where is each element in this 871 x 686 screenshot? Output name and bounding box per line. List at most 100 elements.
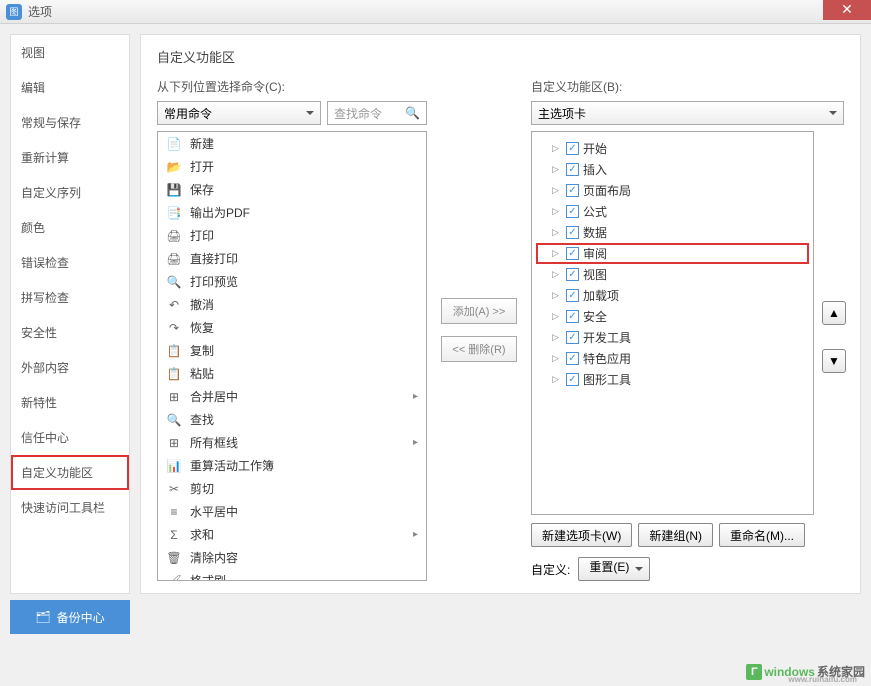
commands-source-dropdown[interactable]: 常用命令 bbox=[157, 101, 321, 125]
expand-icon[interactable]: ▷ bbox=[552, 227, 562, 238]
command-item[interactable]: 📂打开 bbox=[158, 155, 426, 178]
checkbox[interactable]: ✓ bbox=[566, 226, 579, 239]
command-item[interactable]: 📊重算活动工作簿 bbox=[158, 454, 426, 477]
tree-item[interactable]: ▷ ✓ 数据 bbox=[536, 222, 809, 243]
checkbox[interactable]: ✓ bbox=[566, 142, 579, 155]
command-item[interactable]: 💾保存 bbox=[158, 178, 426, 201]
add-button[interactable]: 添加(A) >> bbox=[441, 298, 517, 324]
sidebar-item[interactable]: 外部内容 bbox=[11, 350, 129, 385]
close-button[interactable]: ✕ bbox=[823, 0, 871, 20]
sidebar-item[interactable]: 颜色 bbox=[11, 210, 129, 245]
tree-item[interactable]: ▷✓开发工具 bbox=[536, 327, 809, 348]
backup-center-button[interactable]: 🗂 备份中心 bbox=[10, 600, 130, 634]
command-label: 剪切 bbox=[190, 480, 418, 497]
checkbox[interactable]: ✓ bbox=[566, 247, 579, 260]
expand-icon[interactable]: ▷ bbox=[552, 164, 562, 175]
command-item[interactable]: 🔍打印预览 bbox=[158, 270, 426, 293]
reset-dropdown[interactable]: 重置(E) bbox=[578, 557, 650, 581]
command-label: 直接打印 bbox=[190, 250, 418, 267]
tree-item[interactable]: ▷✓审阅 bbox=[536, 243, 809, 264]
command-icon: 💾 bbox=[166, 183, 182, 197]
command-label: 新建 bbox=[190, 135, 418, 152]
tree-item[interactable]: ▷✓视图 bbox=[536, 264, 809, 285]
expand-icon[interactable]: ▷ bbox=[552, 269, 562, 280]
move-up-button[interactable]: ▲ bbox=[822, 301, 846, 325]
command-label: 复制 bbox=[190, 342, 418, 359]
checkbox[interactable]: ✓ bbox=[566, 373, 579, 386]
expand-icon[interactable]: ▷ bbox=[552, 185, 562, 196]
checkbox[interactable]: ✓ bbox=[566, 163, 579, 176]
tree-item[interactable]: ▷✓安全 bbox=[536, 306, 809, 327]
tree-item[interactable]: ▷✓公式 bbox=[536, 201, 809, 222]
app-icon: 图 bbox=[6, 4, 22, 20]
sidebar-item[interactable]: 信任中心 bbox=[11, 420, 129, 455]
remove-button[interactable]: << 删除(R) bbox=[441, 336, 517, 362]
command-item[interactable]: 📋粘贴 bbox=[158, 362, 426, 385]
command-item[interactable]: 🗑清除内容 bbox=[158, 546, 426, 569]
reset-label: 自定义: bbox=[531, 561, 570, 578]
sidebar-item[interactable]: 自定义序列 bbox=[11, 175, 129, 210]
sidebar-item[interactable]: 快速访问工具栏 bbox=[11, 490, 129, 525]
command-item[interactable]: 🖨直接打印 bbox=[158, 247, 426, 270]
sidebar-item[interactable]: 常规与保存 bbox=[11, 105, 129, 140]
command-item[interactable]: 🔍查找 bbox=[158, 408, 426, 431]
tree-item[interactable]: ▷✓图形工具 bbox=[536, 369, 809, 390]
checkbox[interactable]: ✓ bbox=[566, 289, 579, 302]
new-tab-button[interactable]: 新建选项卡(W) bbox=[531, 523, 632, 547]
sidebar-item[interactable]: 重新计算 bbox=[11, 140, 129, 175]
sidebar-item[interactable]: 错误检查 bbox=[11, 245, 129, 280]
command-item[interactable]: 🖌格式刷 bbox=[158, 569, 426, 581]
tree-item[interactable]: ▷ ✓ 开始 bbox=[536, 138, 809, 159]
window-title: 选项 bbox=[28, 3, 52, 20]
sidebar-item[interactable]: 视图 bbox=[11, 35, 129, 70]
tree-label: 开始 bbox=[583, 140, 607, 157]
expand-icon[interactable]: ▷ bbox=[552, 311, 562, 322]
transfer-buttons: 添加(A) >> << 删除(R) bbox=[439, 78, 519, 581]
sidebar-item[interactable]: 安全性 bbox=[11, 315, 129, 350]
expand-icon[interactable]: ▷ bbox=[552, 290, 562, 301]
command-item[interactable]: ↶撤消 bbox=[158, 293, 426, 316]
expand-icon[interactable]: ▷ bbox=[552, 143, 562, 154]
expand-icon[interactable]: ▷ bbox=[552, 332, 562, 343]
expand-icon[interactable]: ▷ bbox=[552, 248, 562, 259]
expand-icon[interactable]: ▷ bbox=[552, 353, 562, 364]
tree-item[interactable]: ▷✓插入 bbox=[536, 159, 809, 180]
command-item[interactable]: 📑输出为PDF bbox=[158, 201, 426, 224]
command-label: 重算活动工作簿 bbox=[190, 457, 418, 474]
new-group-button[interactable]: 新建组(N) bbox=[638, 523, 713, 547]
expand-icon[interactable]: ▷ bbox=[552, 374, 562, 385]
checkbox[interactable]: ✓ bbox=[566, 268, 579, 281]
tree-item[interactable]: ▷✓加载项 bbox=[536, 285, 809, 306]
rename-button[interactable]: 重命名(M)... bbox=[719, 523, 805, 547]
move-down-button[interactable]: ▼ bbox=[822, 349, 846, 373]
expand-icon[interactable]: ▷ bbox=[552, 206, 562, 217]
ribbon-scope-dropdown[interactable]: 主选项卡 bbox=[531, 101, 844, 125]
command-item[interactable]: ≡水平居中 bbox=[158, 500, 426, 523]
command-item[interactable]: ⊞所有框线▸ bbox=[158, 431, 426, 454]
search-input[interactable]: 查找命令 🔍 bbox=[327, 101, 427, 125]
sidebar-item[interactable]: 编辑 bbox=[11, 70, 129, 105]
tree-item[interactable]: ▷✓页面布局 bbox=[536, 180, 809, 201]
command-icon: ↷ bbox=[166, 321, 182, 335]
checkbox[interactable]: ✓ bbox=[566, 310, 579, 323]
ribbon-tree[interactable]: ▷✓开始▷✓插入▷✓页面布局▷✓公式▷✓数据▷✓审阅▷✓视图▷✓加载项▷✓安全▷… bbox=[531, 131, 814, 515]
tree-item[interactable]: ▷✓特色应用 bbox=[536, 348, 809, 369]
checkbox[interactable]: ✓ bbox=[566, 331, 579, 344]
checkbox[interactable]: ✓ bbox=[566, 352, 579, 365]
sidebar-item[interactable]: 新特性 bbox=[11, 385, 129, 420]
checkbox[interactable]: ✓ bbox=[566, 184, 579, 197]
command-item[interactable]: ↷恢复 bbox=[158, 316, 426, 339]
command-label: 清除内容 bbox=[190, 549, 418, 566]
tree-label: 数据 bbox=[583, 224, 607, 241]
command-item[interactable]: 📄新建 bbox=[158, 132, 426, 155]
command-item[interactable]: Σ求和▸ bbox=[158, 523, 426, 546]
sidebar-item[interactable]: 自定义功能区 bbox=[11, 455, 129, 490]
checkbox[interactable]: ✓ bbox=[566, 205, 579, 218]
command-label: 查找 bbox=[190, 411, 418, 428]
commands-list[interactable]: 📄新建📂打开💾保存📑输出为PDF🖨打印🖨直接打印🔍打印预览↶撤消↷恢复📋复制📋粘… bbox=[157, 131, 427, 581]
command-item[interactable]: ⊞合并居中▸ bbox=[158, 385, 426, 408]
command-item[interactable]: 🖨打印 bbox=[158, 224, 426, 247]
sidebar-item[interactable]: 拼写检查 bbox=[11, 280, 129, 315]
command-item[interactable]: 📋复制 bbox=[158, 339, 426, 362]
command-item[interactable]: ✂剪切 bbox=[158, 477, 426, 500]
